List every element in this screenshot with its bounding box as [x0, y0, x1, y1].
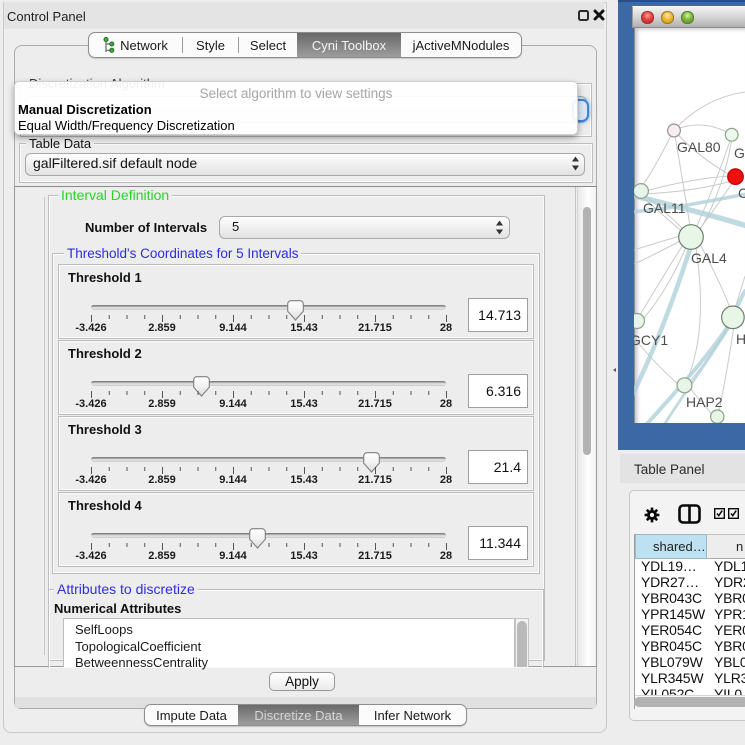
svg-text:H: H	[736, 331, 745, 347]
svg-text:GAL4: GAL4	[691, 250, 727, 266]
svg-text:GCY1: GCY1	[634, 332, 668, 348]
svg-text:GA: GA	[734, 145, 745, 161]
svg-text:GAL11: GAL11	[643, 200, 686, 216]
svg-text:GAL80: GAL80	[677, 139, 721, 155]
svg-text:C: C	[738, 185, 745, 201]
svg-text:HAP2: HAP2	[686, 394, 723, 410]
